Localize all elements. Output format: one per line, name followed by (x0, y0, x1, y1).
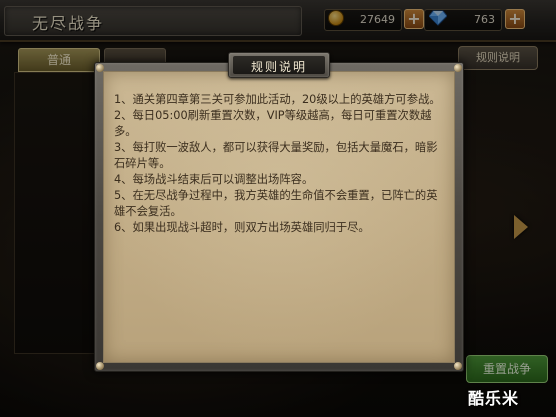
rule-item: 2、每日05:00刷新重置次数，VIP等级越高，每日可重置次数越多。 (114, 109, 432, 138)
dialog-title-plate: 规则说明 (228, 52, 330, 78)
rivet-icon (454, 64, 462, 72)
dialog-title: 规则说明 (250, 60, 307, 74)
rule-item: 6、如果出现战斗超时，则双方出场英雄同归于尽。 (114, 220, 370, 234)
rule-item: 3、每打败一波敌人，都可以获得大量奖励，包括大量魔石，暗影石碎片等。 (114, 140, 438, 170)
rivet-icon (96, 64, 104, 72)
rivet-icon (454, 362, 462, 370)
rivet-icon (96, 362, 104, 370)
rule-item: 5、在无尽战争过程中，我方英雄的生命值不会重置，已阵亡的英雄不会复活。 (114, 188, 438, 218)
rules-list: 1、通关第四章第三关可参加此活动，20级以上的英雄方可参战。 2、每日05:00… (114, 92, 444, 236)
rule-item: 1、通关第四章第三关可参加此活动，20级以上的英雄方可参战。 (114, 93, 441, 106)
rule-item: 4、每场战斗结束后可以调整出场阵容。 (114, 172, 314, 186)
watermark: 酷乐米 (468, 389, 520, 408)
